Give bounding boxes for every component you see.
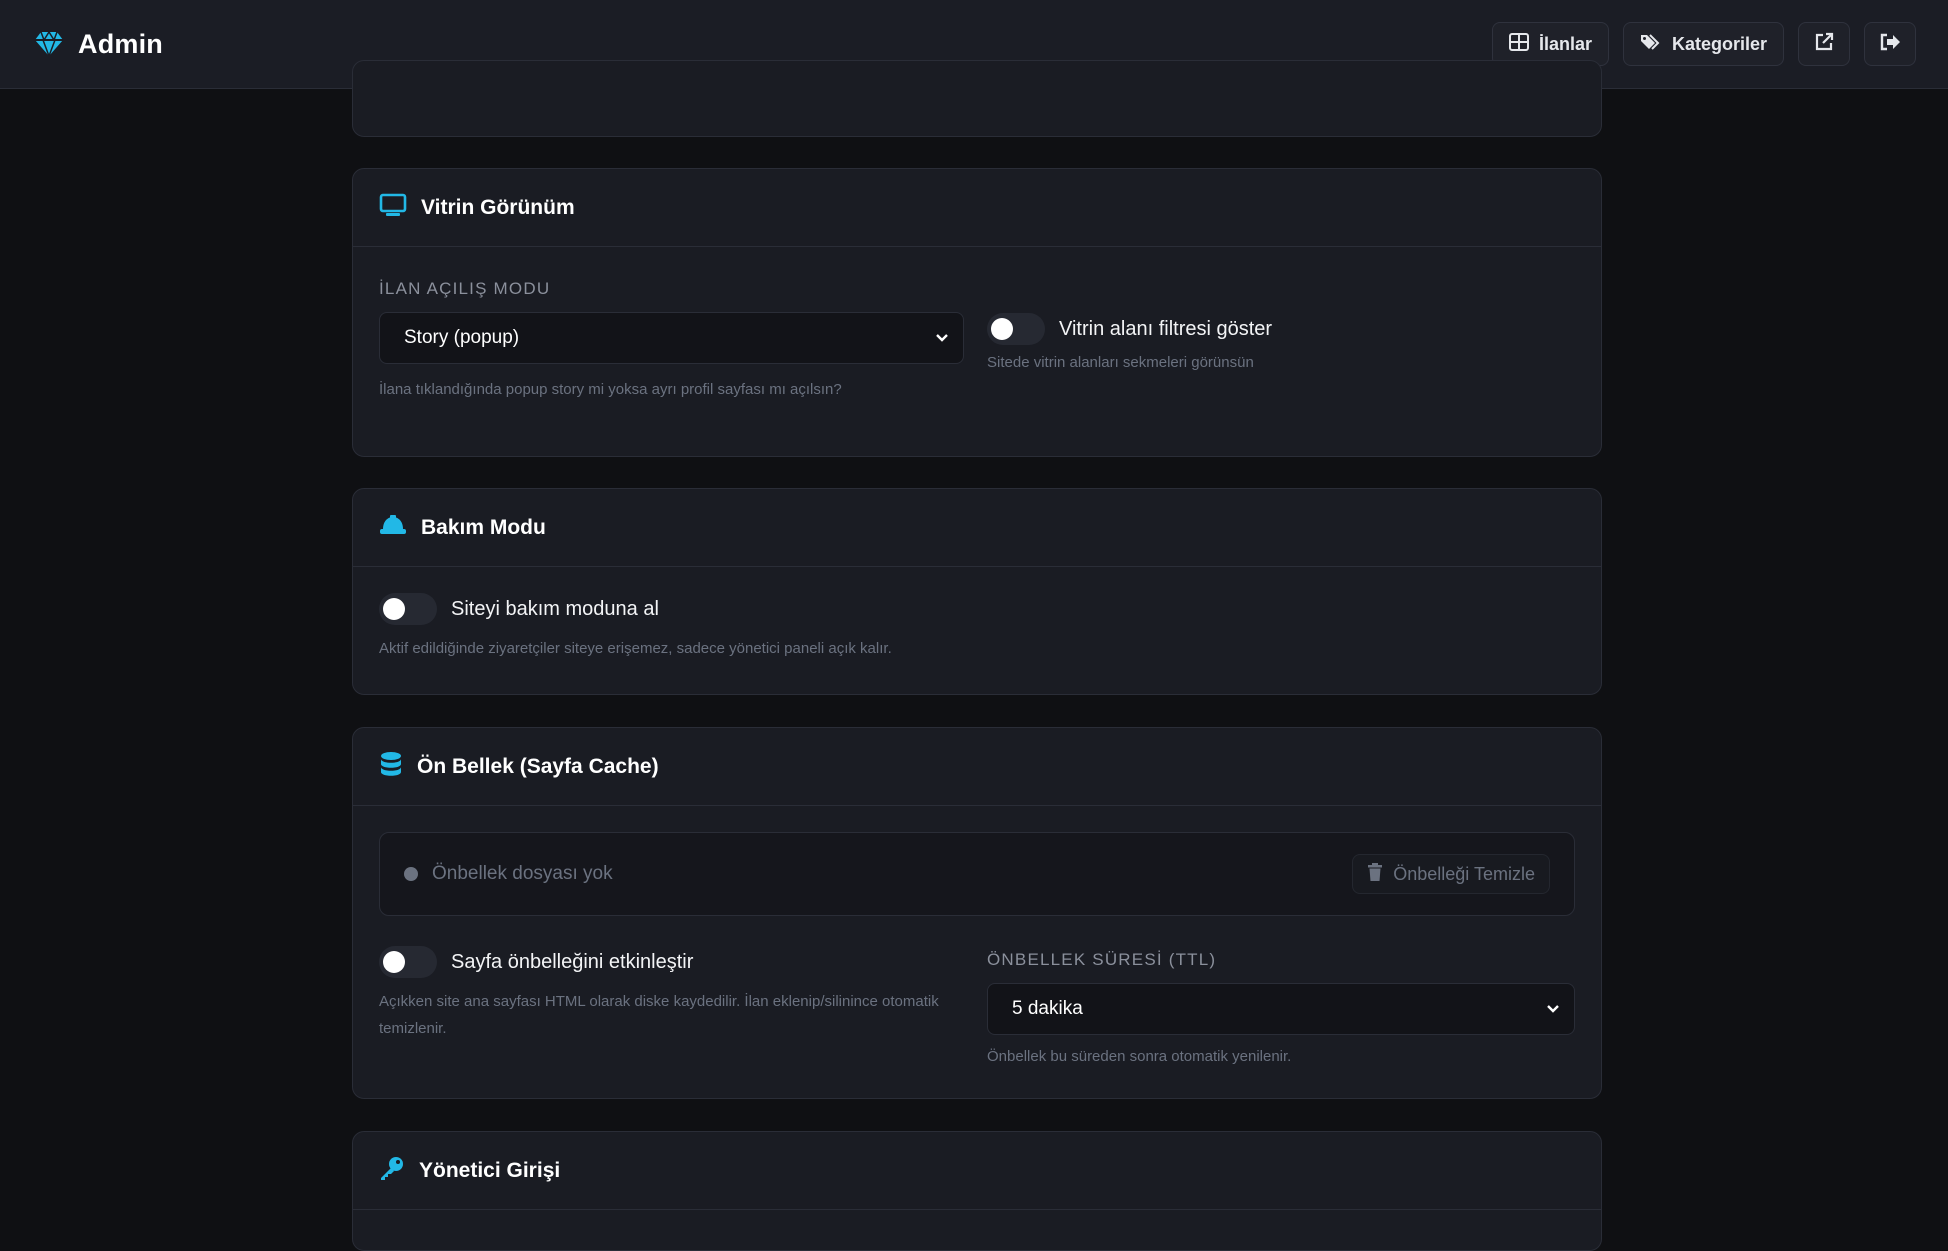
brand[interactable]: Admin xyxy=(34,29,163,60)
brand-title: Admin xyxy=(78,28,163,59)
cache-card: Ön Bellek (Sayfa Cache) Önbellek dosyası… xyxy=(352,727,1602,1099)
nav-listings-label: İlanlar xyxy=(1538,33,1592,54)
nav-categories-button[interactable]: Kategoriler xyxy=(1622,22,1784,66)
sign-out-icon xyxy=(1879,33,1901,56)
cache-ttl-select[interactable]: 5 dakika xyxy=(987,983,1575,1035)
logout-button[interactable] xyxy=(1864,22,1916,66)
tags-icon xyxy=(1640,33,1662,56)
cache-status-dot xyxy=(404,867,418,881)
display-card-body: İLAN AÇILIŞ MODU Story (popup) İlana tık… xyxy=(353,247,1601,457)
hard-hat-icon xyxy=(379,514,407,541)
showcase-filter-help: Sitede vitrin alanları sekmeleri görünsü… xyxy=(987,354,1254,371)
monitor-icon xyxy=(379,193,407,222)
maintenance-card-body: Siteyi bakım moduna al Aktif edildiğinde… xyxy=(353,567,1601,695)
external-link-icon xyxy=(1814,32,1834,57)
maintenance-card: Bakım Modu Siteyi bakım moduna al Aktif … xyxy=(352,488,1602,695)
admin-login-card: Yönetici Girişi xyxy=(352,1131,1602,1251)
maintenance-card-title: Bakım Modu xyxy=(421,515,546,539)
admin-login-card-title: Yönetici Girişi xyxy=(419,1158,561,1182)
admin-login-card-header: Yönetici Girişi xyxy=(353,1132,1601,1210)
clear-cache-label: Önbelleği Temizle xyxy=(1393,863,1535,884)
page-cache-help: Açıkken site ana sayfası HTML olarak dis… xyxy=(379,993,939,1037)
open-mode-label: İLAN AÇILIŞ MODU xyxy=(379,279,551,298)
maintenance-toggle[interactable] xyxy=(379,593,437,625)
open-mode-value: Story (popup) xyxy=(404,327,520,348)
cache-status-box: Önbellek dosyası yok Önbelleği Temizle xyxy=(379,832,1575,916)
cache-ttl-help: Önbellek bu süreden sonra otomatik yenil… xyxy=(987,1048,1292,1065)
cache-card-body: Önbellek dosyası yok Önbelleği Temizle S… xyxy=(353,806,1601,1099)
cache-card-title: Ön Bellek (Sayfa Cache) xyxy=(417,754,659,778)
view-site-button[interactable] xyxy=(1798,22,1850,66)
open-mode-select[interactable]: Story (popup) xyxy=(379,312,964,364)
database-icon xyxy=(379,751,403,782)
grid-icon xyxy=(1508,32,1529,56)
page-cache-label: Sayfa önbelleğini etkinleştir xyxy=(451,950,694,973)
nav-categories-label: Kategoriler xyxy=(1671,33,1767,54)
previous-settings-card xyxy=(352,60,1602,137)
display-card-header: Vitrin Görünüm xyxy=(353,169,1601,247)
cache-ttl-label: ÖNBELLEK SÜRESİ (TTL) xyxy=(987,950,1217,969)
cache-status-text: Önbellek dosyası yok xyxy=(432,863,613,884)
maintenance-card-header: Bakım Modu xyxy=(353,489,1601,567)
gem-icon xyxy=(34,29,64,59)
chevron-down-icon xyxy=(1546,998,1560,1020)
clear-cache-button[interactable]: Önbelleği Temizle xyxy=(1352,854,1550,894)
page-cache-toggle[interactable] xyxy=(379,946,437,978)
maintenance-toggle-label: Siteyi bakım moduna al xyxy=(451,597,659,620)
key-icon xyxy=(379,1155,405,1186)
maintenance-help: Aktif edildiğinde ziyaretçiler siteye er… xyxy=(379,640,892,657)
showcase-filter-toggle[interactable] xyxy=(987,313,1045,345)
chevron-down-icon xyxy=(935,327,949,349)
open-mode-help: İlana tıklandığında popup story mi yoksa… xyxy=(379,381,842,398)
display-settings-card: Vitrin Görünüm İLAN AÇILIŞ MODU Story (p… xyxy=(352,168,1602,457)
trash-icon xyxy=(1367,862,1383,886)
cache-ttl-value: 5 dakika xyxy=(1012,998,1083,1019)
showcase-filter-label: Vitrin alanı filtresi göster xyxy=(1059,317,1273,340)
display-card-title: Vitrin Görünüm xyxy=(421,195,575,219)
cache-card-header: Ön Bellek (Sayfa Cache) xyxy=(353,728,1601,806)
